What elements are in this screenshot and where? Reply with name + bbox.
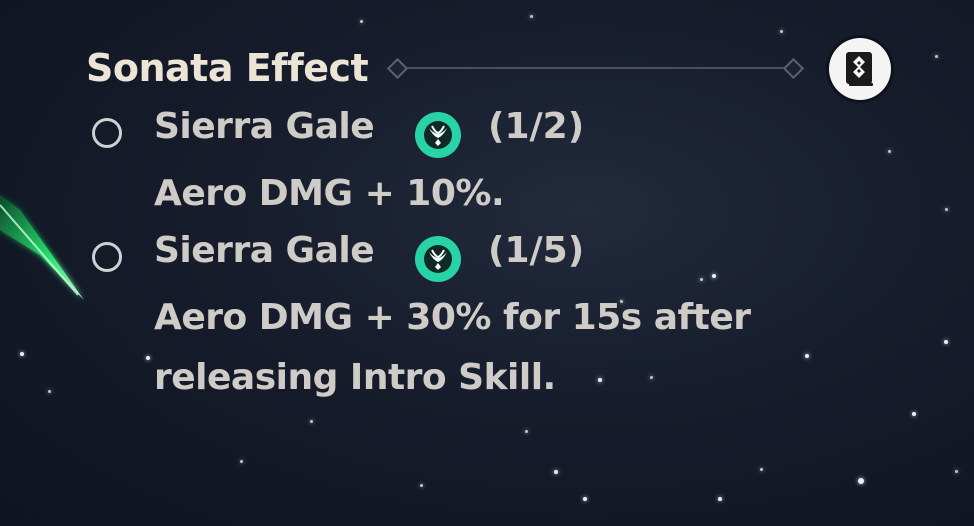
- aero-icon: [415, 236, 461, 282]
- effect-description: Aero DMG + 30% for 15s after releasing I…: [154, 297, 751, 398]
- sonata-effect-panel: Sonata Effect Sierra Gale (1/2) Aero DMG…: [86, 38, 906, 408]
- panel-header: Sonata Effect: [86, 38, 906, 100]
- sonata-effect-entry: Sierra Gale (1/2) Aero DMG + 10%.: [86, 100, 906, 224]
- star: [48, 390, 51, 393]
- effect-piece-count: (1/5): [488, 230, 585, 271]
- star: [530, 15, 533, 18]
- effect-heading-row: Sierra Gale (1/2): [86, 100, 906, 164]
- weapon-blade-graphic: [0, 195, 84, 300]
- divider-diamond-right: [782, 57, 805, 80]
- aero-icon: [415, 112, 461, 158]
- effect-description: Aero DMG + 10%.: [154, 173, 505, 214]
- star: [554, 470, 558, 474]
- star: [583, 497, 587, 501]
- book-icon: [846, 52, 873, 86]
- star: [420, 484, 423, 487]
- star: [858, 478, 864, 484]
- divider-diamond-left: [386, 57, 409, 80]
- star: [780, 30, 783, 33]
- sonata-book-button[interactable]: [829, 38, 891, 100]
- star: [525, 430, 528, 433]
- star: [718, 497, 722, 501]
- star: [760, 468, 763, 471]
- sonata-effect-entry: Sierra Gale (1/5) Aero DMG + 30% for 15s…: [86, 224, 906, 408]
- effect-heading-row: Sierra Gale (1/5): [86, 224, 906, 288]
- star: [944, 340, 948, 344]
- effect-set-name: Sierra Gale: [154, 230, 375, 271]
- star: [240, 460, 243, 463]
- effect-set-name: Sierra Gale: [154, 106, 375, 147]
- star: [912, 412, 916, 416]
- panel-title: Sonata Effect: [86, 46, 369, 90]
- header-divider: [393, 67, 801, 69]
- effect-status-radio: [92, 242, 122, 272]
- star: [360, 20, 363, 23]
- star: [20, 352, 24, 356]
- star: [310, 420, 313, 423]
- effect-piece-count: (1/2): [488, 106, 585, 147]
- star: [935, 55, 938, 58]
- star: [955, 470, 958, 473]
- effect-status-radio: [92, 118, 122, 148]
- star: [945, 208, 948, 211]
